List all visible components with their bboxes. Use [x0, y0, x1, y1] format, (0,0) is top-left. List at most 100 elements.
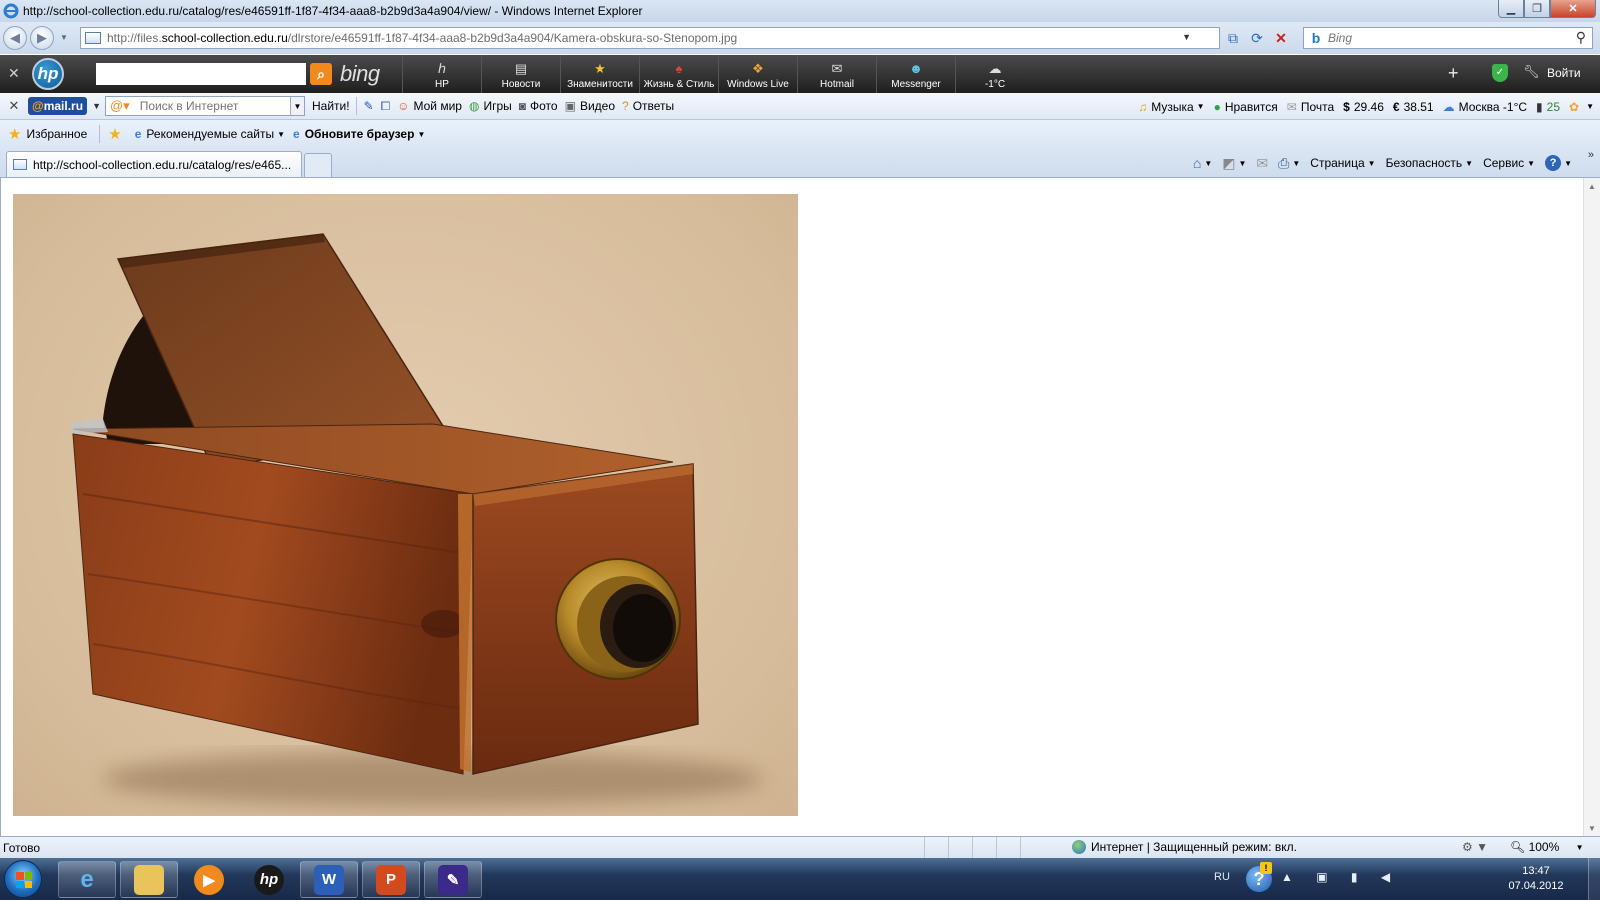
hp-nav-hp[interactable]: ℎ HP: [402, 55, 481, 93]
search-input[interactable]: [1328, 31, 1558, 45]
scroll-up-icon[interactable]: ▲: [1584, 178, 1600, 194]
photo-link[interactable]: ◙ Фото: [519, 99, 558, 113]
like-link[interactable]: ● Нравится: [1214, 100, 1278, 114]
my-world-link[interactable]: ☺ Мой мир: [397, 99, 462, 113]
hp-nav-hotmail[interactable]: ✉ Hotmail: [797, 55, 876, 93]
mail-link[interactable]: ✉ Почта: [1287, 100, 1334, 114]
hp-search-input[interactable]: [96, 63, 306, 85]
zoom-menu[interactable]: 🔍︎ 100% ▼: [1510, 840, 1584, 854]
login-button[interactable]: Войти: [1547, 66, 1581, 80]
hp-nav-windows-live[interactable]: ❖ Windows Live: [718, 55, 797, 93]
back-button[interactable]: ◀: [3, 26, 27, 50]
mailru-search-box[interactable]: @▾ ▼: [104, 96, 305, 116]
usd-rate[interactable]: $29.46: [1343, 100, 1384, 114]
home-button[interactable]: ⌂ ▼: [1193, 155, 1212, 171]
clock[interactable]: 13:47 07.04.2012: [1486, 864, 1586, 894]
help-menu[interactable]: ? ▼: [1545, 155, 1572, 171]
add-star-icon: ★: [108, 126, 122, 143]
taskbar-ie[interactable]: e: [58, 861, 116, 898]
bing-logo: bing: [340, 61, 380, 86]
hp-nav-lifestyle[interactable]: ♠ Жизнь & Стиль: [639, 55, 718, 93]
search-history-dropdown[interactable]: ▼: [289, 97, 304, 115]
mailru-search-input[interactable]: [139, 99, 280, 113]
search-icon[interactable]: ⚲: [1576, 29, 1586, 46]
minimize-button[interactable]: ▁: [1498, 0, 1524, 18]
close-button[interactable]: ✕: [1550, 0, 1596, 18]
close-toolbar-icon[interactable]: ✕: [0, 98, 28, 114]
music-icon: ♫: [1138, 99, 1148, 114]
refresh-icon[interactable]: ⟳: [1246, 27, 1268, 49]
word-icon: W: [314, 864, 344, 895]
hp-nav-weather[interactable]: ☁ -1°C: [955, 55, 1034, 93]
feeds-button[interactable]: ◩ ▼: [1222, 155, 1246, 172]
update-browser-menu[interactable]: e Обновите браузер ▼: [293, 127, 425, 141]
cloud-icon: ☁: [988, 61, 1002, 76]
hp-nav-news[interactable]: ▤ Новости: [481, 55, 560, 93]
video-link[interactable]: ▣ Видео: [565, 99, 615, 113]
recent-pages-dropdown[interactable]: ▼: [60, 33, 68, 42]
close-toolbar-icon[interactable]: ✕: [8, 65, 20, 82]
tools-menu[interactable]: Сервис ▼: [1483, 156, 1535, 170]
address-url[interactable]: http://files.school-collection.edu.ru/dl…: [107, 31, 737, 45]
add-favorite-icon[interactable]: ★: [108, 125, 126, 143]
safety-menu[interactable]: Безопасность ▼: [1386, 156, 1473, 170]
language-indicator[interactable]: RU: [1214, 871, 1230, 883]
scroll-down-icon[interactable]: ▼: [1584, 820, 1600, 836]
screenshot-icon[interactable]: ⧠: [381, 99, 391, 114]
search-engine-icon[interactable]: @▾: [110, 98, 130, 114]
recommended-sites-menu[interactable]: e Рекомендуемые сайты ▼: [135, 127, 285, 141]
taskbar-powerpoint[interactable]: P: [362, 861, 420, 898]
start-button[interactable]: [4, 860, 42, 898]
shield-icon[interactable]: ✓: [1492, 64, 1508, 82]
wrench-icon[interactable]: 🔧︎: [1523, 64, 1540, 80]
hp-search-button[interactable]: ⌕: [310, 63, 332, 85]
address-dropdown-icon[interactable]: ▼: [1182, 32, 1191, 42]
maximize-button[interactable]: ❐: [1524, 0, 1550, 18]
vertical-scrollbar[interactable]: ▲ ▼: [1583, 178, 1600, 836]
taskbar-word[interactable]: W: [300, 861, 358, 898]
weather-cloud-icon: ☁: [1442, 99, 1455, 114]
taskbar-hp[interactable]: hp: [240, 861, 298, 898]
mailru-logo[interactable]: @ mail.ru: [28, 97, 88, 115]
weather-link[interactable]: ☁ Москва -1°C: [1443, 100, 1527, 114]
settings-menu[interactable]: ✿ ▼: [1569, 100, 1594, 114]
hp-nav-celebrities[interactable]: ★ Знаменитости: [560, 55, 639, 93]
new-tab-button[interactable]: [304, 153, 332, 177]
hp-nav-messenger[interactable]: ☻ Messenger: [876, 55, 955, 93]
favorites-bar: ★ Избранное ★ e Рекомендуемые сайты ▼ e Обно…: [0, 120, 1600, 148]
page-menu[interactable]: Страница ▼: [1310, 156, 1375, 170]
eur-rate[interactable]: €38.51: [1393, 100, 1434, 114]
search-box[interactable]: b ⚲: [1303, 27, 1593, 49]
answers-link[interactable]: ? Ответы: [622, 99, 674, 113]
find-button[interactable]: Найти!: [312, 99, 350, 113]
taskbar-paint[interactable]: ✎: [424, 861, 482, 898]
compatibility-view-icon[interactable]: ⧉: [1222, 27, 1244, 49]
tab-active[interactable]: http://school-collection.edu.ru/catalog/…: [6, 151, 302, 177]
window-controls: ▁ ❐ ✕: [1498, 0, 1596, 18]
mailru-menu-dropdown[interactable]: ▼: [92, 101, 101, 111]
favorites-button[interactable]: ★ Избранное: [8, 125, 87, 143]
hp-logo[interactable]: hp: [32, 58, 64, 90]
security-zone[interactable]: Интернет | Защищенный режим: вкл.: [1072, 840, 1297, 854]
windows-logo-icon: [16, 872, 32, 888]
add-icon[interactable]: +: [1448, 63, 1459, 84]
media-player-icon: ▶: [194, 864, 224, 895]
stop-icon[interactable]: ✕: [1270, 27, 1292, 49]
games-link[interactable]: ◍ Игры: [469, 99, 512, 113]
address-bar[interactable]: http://files.school-collection.edu.ru/dl…: [80, 27, 1220, 49]
protected-mode-button[interactable]: ⚙ ▼: [1462, 840, 1488, 854]
print-button[interactable]: ⎙ ▼: [1278, 155, 1300, 172]
messenger-icon: ☻: [909, 61, 923, 76]
taskbar-explorer[interactable]: [120, 861, 178, 898]
pencil-icon[interactable]: ✎: [364, 99, 374, 113]
read-mail-button[interactable]: ✉: [1256, 155, 1268, 172]
show-desktop-button[interactable]: [1588, 858, 1600, 900]
chevron-icon[interactable]: »: [1588, 149, 1594, 161]
taskbar-media-player[interactable]: ▶: [180, 861, 238, 898]
forward-button[interactable]: ▶: [30, 26, 54, 50]
traffic-link[interactable]: ▮ 25: [1536, 100, 1560, 114]
music-menu[interactable]: ♫ Музыка ▼: [1138, 100, 1204, 114]
traffic-light-icon: ▮: [1536, 99, 1543, 114]
folder-icon: [134, 864, 164, 895]
tray-icons[interactable]: ▲ ▣ ▮ ◀: [1281, 870, 1400, 884]
